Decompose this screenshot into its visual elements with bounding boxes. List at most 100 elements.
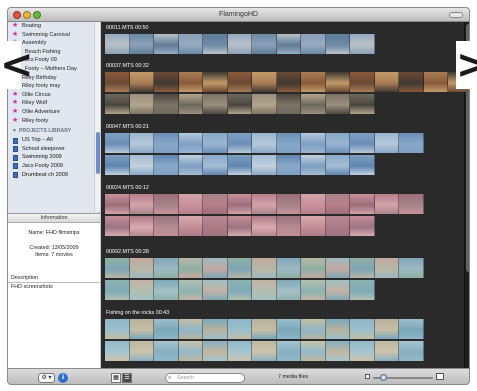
video-frame-thumbnail[interactable]: [154, 194, 179, 214]
project-item[interactable]: Swimming 2009: [8, 153, 100, 162]
filmstrip[interactable]: [105, 155, 375, 175]
video-frame-thumbnail[interactable]: [203, 94, 228, 114]
video-frame-thumbnail[interactable]: [129, 341, 154, 361]
video-frame-thumbnail[interactable]: [350, 34, 375, 54]
video-frame-thumbnail[interactable]: [276, 133, 301, 153]
video-frame-thumbnail[interactable]: [178, 341, 203, 361]
source-list-item[interactable]: ★ Swimming Carnival: [8, 31, 100, 40]
zoom-in-icon[interactable]: [436, 373, 444, 380]
video-frame-thumbnail[interactable]: [154, 155, 179, 175]
clip-title[interactable]: Fishing on the rocks 00:43: [106, 310, 169, 316]
action-menu-button[interactable]: ⚙ ▾: [38, 373, 55, 383]
description-text[interactable]: FHD screenshots: [8, 283, 100, 292]
source-list-item[interactable]: ★ Riley footy: [8, 117, 100, 126]
source-list-scroll-thumb[interactable]: [96, 132, 100, 174]
video-frame-thumbnail[interactable]: [105, 133, 130, 153]
filmstrip[interactable]: [105, 258, 424, 278]
filmstrip[interactable]: [105, 72, 469, 92]
video-frame-thumbnail[interactable]: [227, 258, 252, 278]
clip-title[interactable]: 00024.MTS 00:12: [106, 185, 149, 191]
video-frame-thumbnail[interactable]: [178, 94, 203, 114]
video-frame-thumbnail[interactable]: [252, 258, 277, 278]
video-frame-thumbnail[interactable]: [129, 216, 154, 236]
source-list-item[interactable]: ★ Boating: [8, 22, 100, 31]
project-item[interactable]: School sleepover: [8, 145, 100, 154]
grid-view-button[interactable]: ▦: [111, 373, 121, 383]
video-frame-thumbnail[interactable]: [301, 34, 326, 54]
video-frame-thumbnail[interactable]: [252, 133, 277, 153]
video-frame-thumbnail[interactable]: [154, 258, 179, 278]
video-frame-thumbnail[interactable]: [203, 133, 228, 153]
video-frame-thumbnail[interactable]: [374, 341, 399, 361]
video-frame-thumbnail[interactable]: [374, 258, 399, 278]
toolbar-toggle-button[interactable]: [449, 12, 463, 18]
clip-title[interactable]: 00092.MTS 00:28: [106, 249, 149, 255]
video-frame-thumbnail[interactable]: [399, 72, 424, 92]
video-frame-thumbnail[interactable]: [350, 94, 375, 114]
video-frame-thumbnail[interactable]: [252, 280, 277, 300]
video-frame-thumbnail[interactable]: [203, 280, 228, 300]
filmstrip[interactable]: [105, 319, 424, 339]
video-frame-thumbnail[interactable]: [105, 216, 130, 236]
video-frame-thumbnail[interactable]: [105, 194, 130, 214]
video-frame-thumbnail[interactable]: [301, 72, 326, 92]
video-frame-thumbnail[interactable]: [301, 258, 326, 278]
projects-library-header[interactable]: ▼ PROJECTS LIBRARY: [8, 127, 100, 136]
video-frame-thumbnail[interactable]: [105, 341, 130, 361]
video-frame-thumbnail[interactable]: [227, 216, 252, 236]
zoom-out-icon[interactable]: [365, 374, 370, 379]
video-frame-thumbnail[interactable]: [301, 133, 326, 153]
video-frame-thumbnail[interactable]: [203, 155, 228, 175]
video-frame-thumbnail[interactable]: [350, 133, 375, 153]
video-frame-thumbnail[interactable]: [325, 319, 350, 339]
video-frame-thumbnail[interactable]: [276, 194, 301, 214]
video-frame-thumbnail[interactable]: [129, 94, 154, 114]
video-frame-thumbnail[interactable]: [227, 94, 252, 114]
project-item[interactable]: Jacs Footy 2009: [8, 162, 100, 171]
video-frame-thumbnail[interactable]: [350, 258, 375, 278]
video-frame-thumbnail[interactable]: [129, 280, 154, 300]
video-frame-thumbnail[interactable]: [350, 341, 375, 361]
video-frame-thumbnail[interactable]: [178, 72, 203, 92]
video-frame-thumbnail[interactable]: [399, 341, 424, 361]
video-frame-thumbnail[interactable]: [374, 133, 399, 153]
video-frame-thumbnail[interactable]: [105, 72, 130, 92]
video-frame-thumbnail[interactable]: [276, 319, 301, 339]
video-frame-thumbnail[interactable]: [301, 155, 326, 175]
video-frame-thumbnail[interactable]: [227, 319, 252, 339]
video-frame-thumbnail[interactable]: [325, 72, 350, 92]
video-frame-thumbnail[interactable]: [276, 72, 301, 92]
filmstrip[interactable]: [105, 280, 375, 300]
video-frame-thumbnail[interactable]: [154, 72, 179, 92]
source-list-item[interactable]: ★ Riley Wolf: [8, 99, 100, 108]
video-frame-thumbnail[interactable]: [325, 94, 350, 114]
video-frame-thumbnail[interactable]: [350, 194, 375, 214]
list-view-button[interactable]: ☰: [122, 373, 132, 383]
filmstrip-browser[interactable]: 00011.MTS 00:50 00037.MTS 00:32 00047.MTS …: [101, 22, 469, 368]
video-frame-thumbnail[interactable]: [276, 258, 301, 278]
video-frame-thumbnail[interactable]: [105, 319, 130, 339]
video-frame-thumbnail[interactable]: [203, 194, 228, 214]
video-frame-thumbnail[interactable]: [178, 216, 203, 236]
video-frame-thumbnail[interactable]: [178, 133, 203, 153]
video-frame-thumbnail[interactable]: [154, 216, 179, 236]
source-list-scrollbar[interactable]: [94, 22, 100, 212]
thumbnail-size-slider[interactable]: [373, 374, 433, 381]
video-frame-thumbnail[interactable]: [227, 155, 252, 175]
slider-knob[interactable]: [380, 374, 387, 381]
video-frame-thumbnail[interactable]: [178, 258, 203, 278]
video-frame-thumbnail[interactable]: [252, 319, 277, 339]
video-frame-thumbnail[interactable]: [203, 72, 228, 92]
video-frame-thumbnail[interactable]: [301, 216, 326, 236]
video-frame-thumbnail[interactable]: [350, 155, 375, 175]
video-frame-thumbnail[interactable]: [129, 34, 154, 54]
video-frame-thumbnail[interactable]: [105, 34, 130, 54]
video-frame-thumbnail[interactable]: [325, 258, 350, 278]
clip-title[interactable]: 00037.MTS 00:32: [106, 63, 149, 69]
video-frame-thumbnail[interactable]: [129, 319, 154, 339]
video-frame-thumbnail[interactable]: [227, 72, 252, 92]
video-frame-thumbnail[interactable]: [129, 155, 154, 175]
video-frame-thumbnail[interactable]: [276, 155, 301, 175]
video-frame-thumbnail[interactable]: [154, 319, 179, 339]
video-frame-thumbnail[interactable]: [276, 34, 301, 54]
